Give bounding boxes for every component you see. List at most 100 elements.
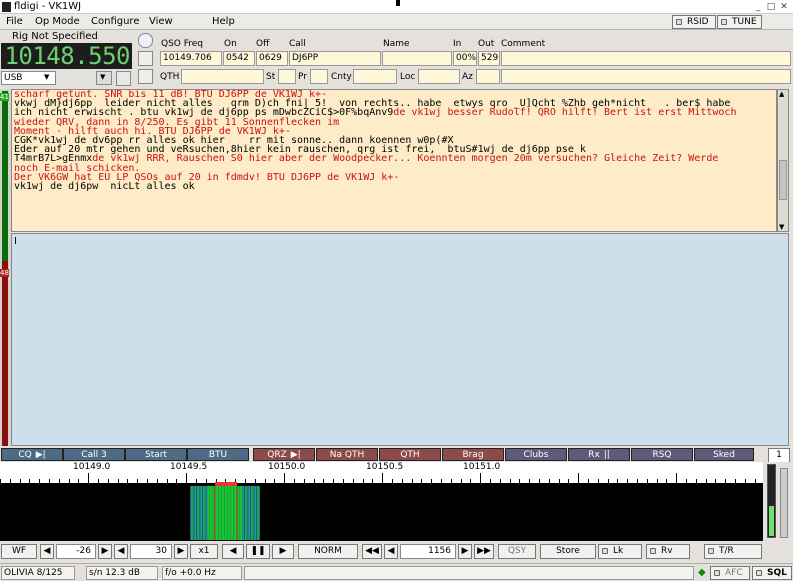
macro-button[interactable]: Rx || — [568, 448, 630, 461]
reverse-toggle[interactable]: Rv — [646, 544, 690, 559]
scale-tick — [549, 479, 550, 483]
tr-toggle[interactable]: T/R — [704, 544, 762, 559]
loc-field[interactable] — [418, 69, 460, 84]
scale-tick — [657, 479, 658, 483]
menu-view[interactable]: View — [149, 15, 173, 29]
az-field[interactable] — [476, 69, 500, 84]
scale-tick — [157, 479, 158, 483]
scale-tick — [127, 479, 128, 483]
name-field[interactable] — [382, 51, 452, 66]
macro-button[interactable]: Sked — [694, 448, 754, 461]
macro-button[interactable]: QRZ ▶| — [253, 448, 315, 461]
fast-forward-icon[interactable]: ▶▶ — [474, 544, 494, 559]
lock-toggle[interactable]: Lk — [598, 544, 642, 559]
speed-button[interactable]: NORM — [298, 544, 358, 559]
macro-label: QTH — [400, 450, 420, 460]
step-left-icon[interactable]: ◀ — [222, 544, 244, 559]
tx-text-pane[interactable]: I — [11, 233, 789, 446]
macro-label: Brag — [462, 450, 484, 460]
squelch-level-slider[interactable] — [767, 464, 776, 538]
rig-control-button[interactable] — [116, 71, 131, 86]
offset-increase-icon[interactable]: ▶ — [98, 544, 112, 559]
afc-toggle[interactable]: AFC — [710, 566, 750, 580]
st-field[interactable] — [278, 69, 296, 84]
scale-tick-label: 10149.0 — [73, 462, 111, 472]
macro-button[interactable]: Na QTH — [316, 448, 378, 461]
qth-field[interactable] — [181, 69, 264, 84]
scale-tick — [39, 479, 40, 483]
menu-file[interactable]: File — [6, 15, 23, 29]
comment-field[interactable] — [501, 51, 791, 66]
menu-help[interactable]: Help — [212, 15, 235, 29]
macro-button[interactable]: RSQ — [631, 448, 693, 461]
off-time-field[interactable]: 0629 — [256, 51, 288, 66]
macro-button[interactable]: Call 3 — [63, 448, 125, 461]
rst-in-field[interactable]: 00% — [453, 51, 477, 66]
mode-status[interactable]: OLIVIA 8/125 — [1, 566, 75, 580]
log-clear-icon[interactable] — [138, 51, 153, 66]
waterfall-display[interactable]: 10149.0 10149.5 10150.0 10150.5 10151.0 — [0, 462, 763, 541]
range-decrease-icon[interactable]: ◀ — [114, 544, 128, 559]
offset-decrease-icon[interactable]: ◀ — [40, 544, 54, 559]
macro-button[interactable]: Clubs — [505, 448, 567, 461]
scroll-down-icon[interactable]: ▼ — [779, 223, 784, 231]
step-right-icon[interactable]: ▶ — [272, 544, 294, 559]
rst-out-field[interactable]: 529 — [478, 51, 500, 66]
rsid-toggle[interactable]: RSID — [672, 15, 716, 29]
search-icon[interactable] — [138, 33, 153, 48]
scale-tick — [108, 479, 109, 483]
macro-button[interactable]: Brag — [442, 448, 504, 461]
macro-set-button[interactable]: 1 — [768, 448, 790, 463]
store-button[interactable]: Store — [540, 544, 596, 559]
rx-scrollbar[interactable]: ▲ ▼ — [777, 89, 789, 232]
cnty-field[interactable] — [353, 69, 397, 84]
macro-label: RSQ — [652, 450, 672, 460]
range-increase-icon[interactable]: ▶ — [174, 544, 188, 559]
qso-spare-field[interactable] — [501, 69, 791, 84]
scale-tick — [402, 479, 403, 483]
scale-tick — [98, 479, 99, 483]
scale-tick — [500, 479, 501, 483]
close-icon[interactable]: ✕ — [778, 1, 790, 13]
pause-icon[interactable]: ❚❚ — [246, 544, 270, 559]
app-icon — [2, 2, 11, 12]
pr-field[interactable] — [310, 69, 328, 84]
carrier-decrease-icon[interactable]: ◀ — [384, 544, 398, 559]
menu-op-mode[interactable]: Op Mode — [35, 15, 80, 29]
scale-tick — [176, 479, 177, 483]
macro-button[interactable]: Start — [125, 448, 187, 461]
macro-button[interactable]: QTH — [379, 448, 441, 461]
macro-button[interactable]: CQ ▶| — [1, 448, 63, 461]
call-field[interactable]: DJ6PP — [289, 51, 381, 66]
frequency-display[interactable]: 10148.550 — [1, 43, 132, 69]
fast-rewind-icon[interactable]: ◀◀ — [362, 544, 382, 559]
zoom-button[interactable]: x1 — [190, 544, 218, 559]
scroll-thumb[interactable] — [779, 160, 787, 200]
minimize-icon[interactable]: _ — [752, 1, 764, 13]
scale-tick — [88, 473, 89, 483]
waterfall-tuning-cursor[interactable] — [215, 482, 237, 486]
qso-freq-field[interactable]: 10149.706 — [160, 51, 222, 66]
save-log-icon[interactable] — [138, 69, 153, 84]
wf-mode-button[interactable]: WF — [1, 544, 37, 559]
scale-tick — [559, 479, 560, 483]
scale-tick — [353, 479, 354, 483]
scale-tick — [294, 479, 295, 483]
offset-value[interactable]: -26 — [56, 544, 96, 559]
macro-button[interactable]: BTU — [187, 448, 249, 461]
menu-configure[interactable]: Configure — [91, 15, 139, 29]
maximize-icon[interactable]: □ — [765, 1, 777, 13]
carrier-increase-icon[interactable]: ▶ — [458, 544, 472, 559]
scroll-up-icon[interactable]: ▲ — [779, 90, 784, 98]
carrier-value[interactable]: 1156 — [400, 544, 456, 559]
mouse-cursor-icon — [396, 0, 400, 6]
tune-toggle[interactable]: TUNE — [717, 15, 762, 29]
range-value[interactable]: 30 — [130, 544, 172, 559]
on-time-field[interactable]: 0542 — [223, 51, 255, 66]
qsy-button[interactable]: QSY — [498, 544, 536, 559]
rx-text-pane[interactable]: scharf getunt. SNR bis 11 dB! BTU DJ6PP … — [11, 89, 777, 232]
scale-tick — [304, 479, 305, 483]
sql-toggle[interactable]: SQL — [752, 566, 792, 580]
rsid-led-icon — [676, 19, 682, 25]
rig-label: Rig Not Specified — [12, 31, 98, 42]
